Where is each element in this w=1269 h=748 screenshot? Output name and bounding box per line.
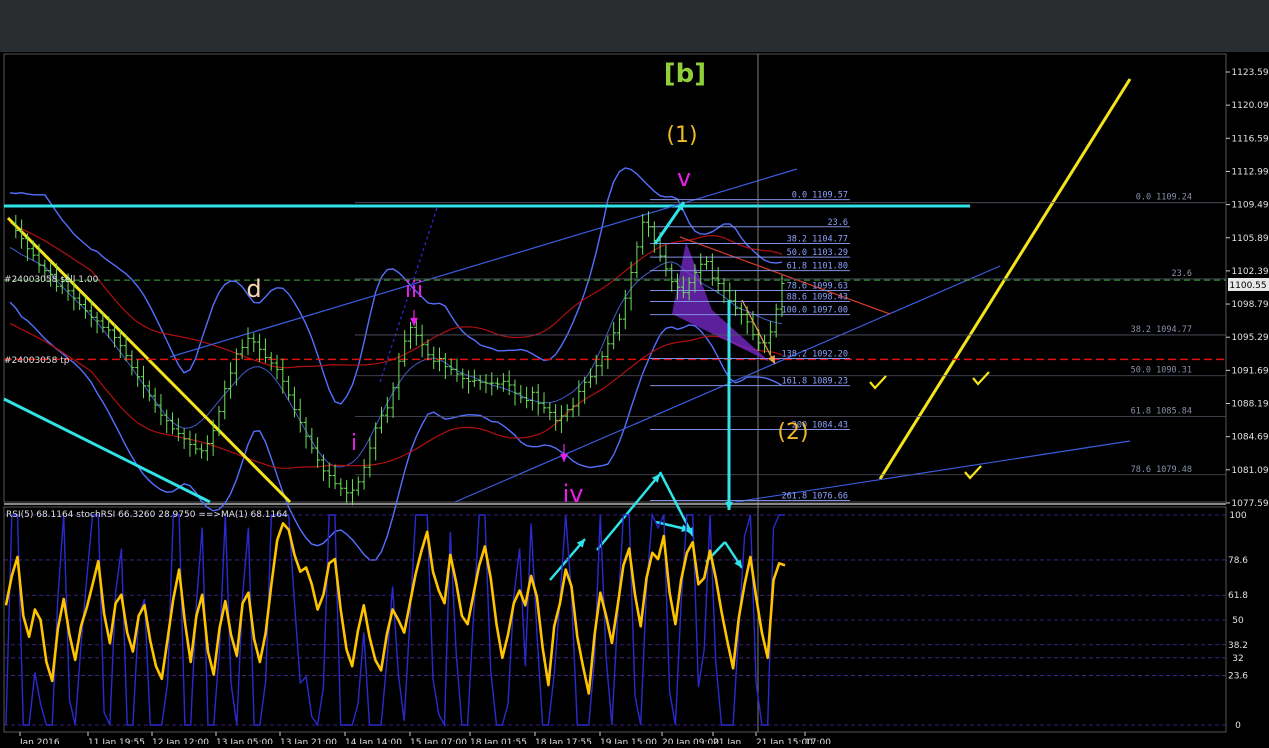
wave-label-iii: iii	[405, 278, 423, 303]
rsi-layer	[4, 512, 1226, 728]
time-axis-label: 11 Jan 19:55	[88, 738, 145, 744]
rsi-axis-label: 38.2	[1228, 641, 1248, 651]
price-axis-label: 1088.19	[1231, 400, 1268, 410]
wave-label-v: v	[677, 164, 691, 192]
cyan-arrow-down-head	[725, 501, 733, 510]
fib-label-left: 161.8 1089.23	[781, 377, 848, 387]
cyan-lower-channel	[3, 397, 211, 504]
time-axis-label: 12 Jan 12:00	[152, 738, 209, 744]
fib-label-right: 78.6 1079.48	[1131, 465, 1192, 475]
sell-order-label: #24003058 sell 1.00	[4, 275, 99, 285]
price-axis-label: 1091.69	[1231, 366, 1268, 376]
fib-label-left: 100.0 1097.00	[781, 306, 848, 316]
fib-label-left: 50.0 1103.29	[787, 248, 848, 258]
chart-toolbar-area	[0, 0, 1269, 52]
rsi-axis-label: 0	[1235, 721, 1241, 731]
time-axis-label: 18 Jan 17:55	[535, 738, 592, 744]
price-axis-label: 1109.49	[1231, 201, 1268, 211]
fib-label-left: 61.8 1101.80	[787, 262, 848, 272]
wave-label-i: i	[351, 431, 357, 456]
time-axis-label: 19 Jan 15:00	[600, 738, 657, 744]
time-axis-label: 18 Jan 01:55	[470, 738, 527, 744]
price-axis-label: 1123.59	[1231, 68, 1268, 78]
time-axis-label: 21 Jan	[713, 738, 741, 744]
wave-label-b: [b]	[664, 59, 706, 89]
time-axis-label: 13 Jan 05:00	[216, 738, 273, 744]
fib-label-right: 50.0 1090.31	[1131, 366, 1192, 376]
wave-label-1: (1)	[666, 123, 697, 148]
time-axis-label: 17:00	[805, 738, 831, 744]
fib-label-right: 38.2 1094.77	[1131, 325, 1192, 335]
fib-label-left: 88.6 1098.43	[787, 292, 848, 302]
price-axis-label: 1112.99	[1231, 167, 1268, 177]
rsi-axis-label: 61.8	[1228, 591, 1248, 601]
checkmark	[964, 465, 982, 480]
price-axis-label: 1102.39	[1231, 267, 1268, 277]
tp-order-label: #24003058 tp	[4, 356, 70, 366]
wave-label-2: (2)	[777, 420, 808, 445]
rsi-axis-label: 50	[1232, 616, 1244, 626]
price-axis-label: 1098.79	[1231, 300, 1268, 310]
checkmark	[869, 375, 887, 390]
price-axis-label: 1116.59	[1231, 134, 1268, 144]
fib-label-left: 38.2 1104.77	[787, 235, 848, 245]
fib-label-right: 61.8 1085.84	[1131, 407, 1192, 417]
time-axis-label: 20 Jan 09:00	[662, 738, 719, 744]
price-axis-label: 1081.09	[1231, 466, 1268, 476]
fib-label-right: 23.6	[1172, 269, 1192, 279]
fib-label-left: 23.6	[828, 218, 848, 228]
time-axis-label: 14 Jan 14:00	[345, 738, 402, 744]
price-axis-label: 1077.59	[1231, 499, 1268, 509]
indicator-label: RSI(5) 68.1164 stochRSI 66.3260 28.9750 …	[6, 510, 288, 520]
fib-label-left: 78.6 1099.63	[787, 282, 848, 292]
rsi-axis-label: 23.6	[1228, 671, 1248, 681]
bollinger-upper	[9, 167, 783, 405]
red-trend-line	[679, 236, 891, 315]
rsi-axis-label: 32	[1232, 654, 1243, 664]
fib-label-left: 138.2 1092.20	[781, 349, 848, 359]
chart-window[interactable]: 0.0 1109.57 23.6 38.2 1104.77 50.0 1103.29 6…	[0, 52, 1269, 748]
price-axis-label: 1084.69	[1231, 433, 1268, 443]
rsi-axis-label: 78.6	[1228, 556, 1248, 566]
fib-label-right: 0.0 1109.24	[1136, 193, 1192, 203]
checkmark	[972, 371, 990, 386]
stoch-rsi-line	[5, 512, 785, 728]
wave-label-iv: iv	[563, 480, 584, 508]
time-axis-label: Jan 2016	[19, 738, 60, 744]
harmonic-pattern	[672, 242, 770, 362]
time-axis-label: 13 Jan 21:00	[280, 738, 337, 744]
price-axis-label: 1095.29	[1231, 333, 1268, 343]
fib-label-left: 261.8 1076.66	[781, 492, 848, 502]
time-axis-label: 15 Jan 07:00	[410, 738, 467, 744]
main-pane-border	[3, 53, 1227, 503]
price-axis-label: 1105.89	[1231, 234, 1268, 244]
price-chart[interactable]: 0.0 1109.57 23.6 38.2 1104.77 50.0 1103.29 6…	[0, 52, 1269, 748]
fib-label-left: 0.0 1109.57	[792, 191, 848, 201]
price-axis-label: 1120.09	[1231, 101, 1268, 111]
current-price-label: 1100.55	[1229, 281, 1266, 291]
rsi-axis-label: 100	[1229, 511, 1246, 521]
wave-label-d: d	[246, 275, 261, 303]
marker-iv-arrow-head	[560, 453, 568, 462]
